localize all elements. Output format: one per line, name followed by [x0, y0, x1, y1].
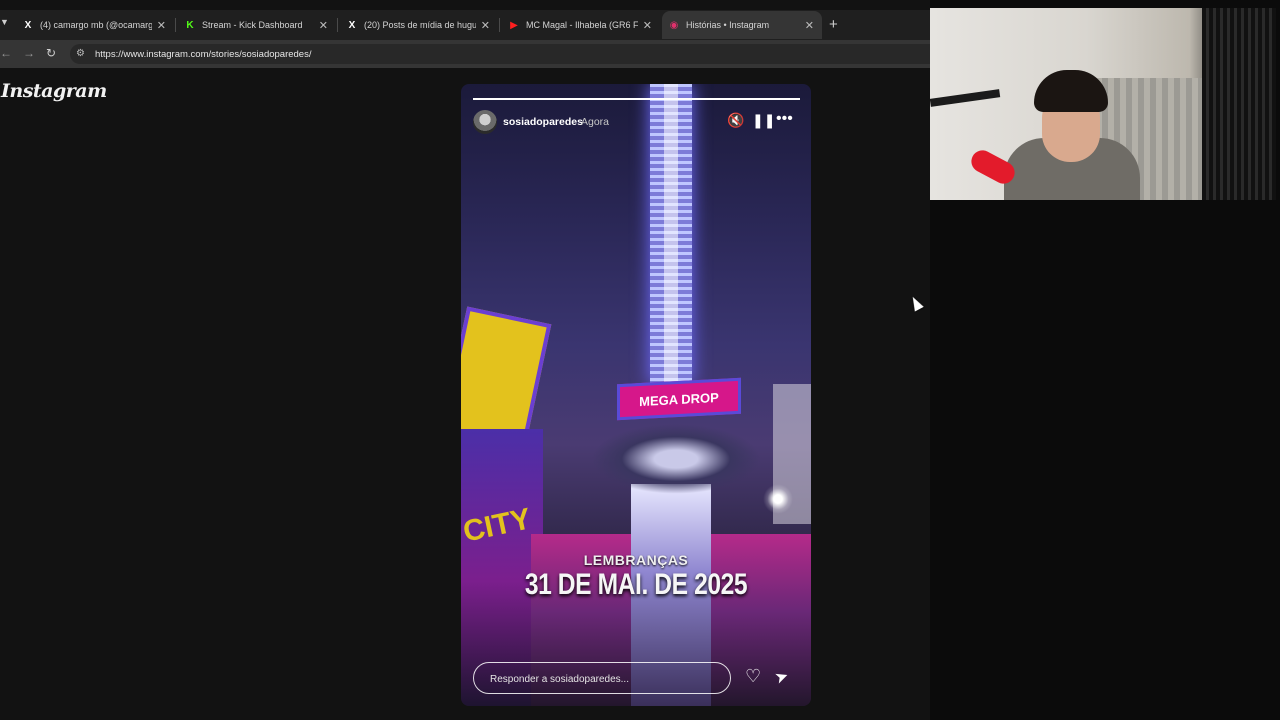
- tab-youtube-video[interactable]: ▶ MC Magal - Ilhabela (GR6 Filme ✕: [502, 12, 660, 38]
- tab-label: (20) Posts de mídia de huguner: [364, 20, 476, 30]
- youtube-icon: ▶: [510, 19, 518, 31]
- story-progress-bar: [473, 98, 800, 100]
- story-timestamp: Agora: [581, 116, 610, 128]
- like-heart-icon[interactable]: ♡: [745, 666, 761, 687]
- story-viewer[interactable]: CITY MEGA DROP sosiadoparedes Agora 🔇 ❚❚…: [461, 84, 811, 706]
- site-info-icon[interactable]: ⚙: [76, 48, 85, 59]
- more-options-icon[interactable]: •••: [776, 110, 793, 128]
- story-photo-firework: [763, 484, 793, 514]
- avatar[interactable]: [473, 110, 497, 134]
- webcam-mic-arm: [930, 89, 1001, 107]
- tab-label: Stream - Kick Dashboard: [202, 20, 303, 30]
- tab-divider: [499, 18, 500, 32]
- close-tab-icon[interactable]: ✕: [643, 19, 652, 32]
- story-progress-fill: [473, 98, 800, 100]
- tab-divider: [175, 18, 176, 32]
- forward-icon[interactable]: →: [23, 46, 35, 60]
- reply-field-container[interactable]: [473, 662, 731, 694]
- back-icon[interactable]: ←: [0, 46, 12, 60]
- x-logo-icon: X: [24, 19, 32, 31]
- close-tab-icon[interactable]: ✕: [157, 19, 166, 32]
- memories-date: 31 DE MAI. DE 2025: [524, 568, 748, 601]
- webcam-overlay: [930, 8, 1276, 200]
- close-tab-icon[interactable]: ✕: [805, 19, 814, 32]
- tab-kick-dashboard[interactable]: K Stream - Kick Dashboard ✕: [178, 12, 336, 38]
- pause-icon[interactable]: ❚❚: [752, 112, 775, 129]
- reply-input[interactable]: [488, 670, 720, 688]
- tab-label: (4) camargo mb (@ocamargolu: [40, 20, 152, 30]
- mega-drop-sign: MEGA DROP: [617, 377, 741, 421]
- x-logo-icon: X: [348, 19, 356, 31]
- close-tab-icon[interactable]: ✕: [319, 19, 328, 32]
- title-bar: [0, 0, 930, 10]
- story-photo-city-sign: CITY: [461, 502, 534, 549]
- url-text[interactable]: https://www.instagram.com/stories/sosiad…: [95, 49, 311, 60]
- story-photo-tower: [650, 84, 692, 384]
- instagram-icon: ◉: [669, 19, 679, 31]
- webcam-window-blind: [1202, 8, 1276, 200]
- tab-instagram-stories[interactable]: ◉ Histórias • Instagram ✕: [662, 11, 822, 39]
- muted-speaker-icon[interactable]: 🔇: [727, 112, 744, 129]
- webcam-person-hair: [1034, 70, 1108, 112]
- kick-logo-icon: K: [186, 19, 194, 31]
- close-tab-icon[interactable]: ✕: [481, 19, 490, 32]
- new-tab-button[interactable]: +: [829, 16, 838, 33]
- tab-twitter-media[interactable]: X (20) Posts de mídia de huguner ✕: [340, 12, 498, 38]
- tab-search-chevron-icon[interactable]: ▼: [0, 17, 9, 27]
- tab-divider: [337, 18, 338, 32]
- instagram-logo[interactable]: Instagram: [1, 80, 107, 102]
- memories-label: LEMBRANÇAS: [583, 552, 689, 568]
- story-photo-ride: [591, 424, 761, 494]
- tab-label: Histórias • Instagram: [686, 20, 770, 30]
- tab-twitter-profile[interactable]: X (4) camargo mb (@ocamargolu ✕: [16, 12, 174, 38]
- tab-label: MC Magal - Ilhabela (GR6 Filme: [526, 20, 638, 30]
- story-username[interactable]: sosiadoparedes: [503, 116, 583, 128]
- reload-icon[interactable]: ↻: [46, 46, 56, 60]
